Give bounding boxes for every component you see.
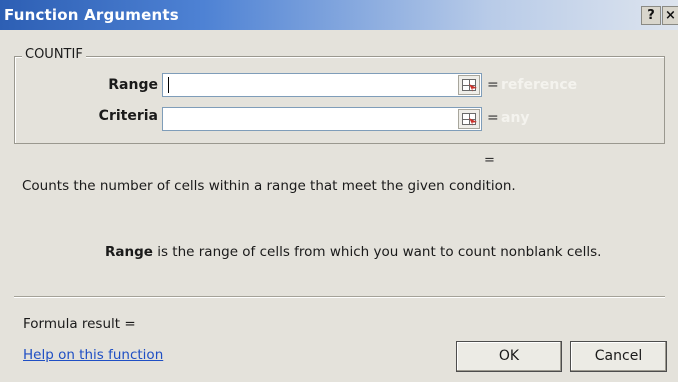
criteria-input[interactable]	[162, 107, 482, 131]
window-title: Function Arguments	[4, 6, 179, 24]
cancel-button[interactable]: Cancel	[570, 341, 667, 372]
criteria-equals: =	[487, 110, 499, 126]
range-input[interactable]	[162, 73, 482, 97]
close-button[interactable]: ×	[662, 6, 678, 25]
text-caret	[168, 77, 169, 93]
formula-result: Formula result =	[23, 316, 136, 332]
argument-help-name: Range	[105, 244, 153, 260]
separator	[14, 296, 665, 298]
argument-help-text: is the range of cells from which you wan…	[152, 244, 602, 260]
collapse-dialog-range-icon	[462, 113, 476, 125]
function-name-label: COUNTIF	[22, 47, 86, 62]
argument-help: Range is the range of cells from which y…	[105, 244, 601, 260]
range-type-hint: reference	[501, 77, 578, 93]
range-collapse-button[interactable]	[458, 75, 480, 95]
help-button[interactable]: ?	[641, 6, 661, 25]
range-equals: =	[487, 77, 499, 93]
function-arguments-dialog: Function Arguments ? × COUNTIF Range = r…	[0, 0, 678, 382]
collapse-dialog-range-icon	[462, 79, 476, 91]
criteria-label: Criteria	[98, 108, 158, 124]
criteria-type-hint: any	[501, 110, 530, 126]
function-description: Counts the number of cells within a rang…	[22, 178, 516, 194]
title-bar: Function Arguments ? ×	[0, 0, 678, 30]
ok-button[interactable]: OK	[456, 341, 562, 372]
criteria-collapse-button[interactable]	[458, 109, 480, 129]
question-mark-icon: ?	[647, 8, 655, 23]
help-on-function-link[interactable]: Help on this function	[23, 347, 163, 363]
range-label: Range	[108, 77, 158, 93]
close-icon: ×	[665, 8, 676, 23]
function-result-equals: =	[484, 153, 495, 168]
